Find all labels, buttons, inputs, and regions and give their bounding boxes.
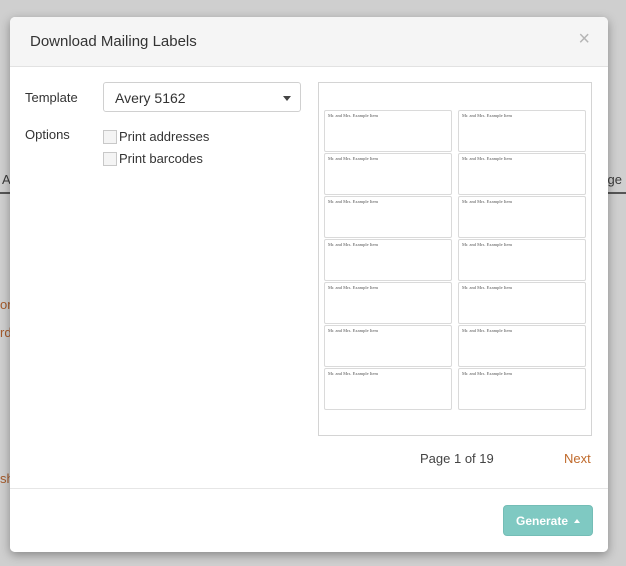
close-icon[interactable]: × [578,29,590,49]
label-grid: Mr. and Mrs. Example Item Mr. and Mrs. E… [324,110,586,410]
label-text: Mr. and Mrs. Example Item [462,371,512,376]
template-label: Template [25,90,78,105]
modal-title: Download Mailing Labels [30,33,197,50]
label-card: Mr. and Mrs. Example Item [458,196,586,238]
template-select[interactable]: Avery 5162 [103,82,301,112]
options-label: Options [25,127,70,142]
label-preview: Mr. and Mrs. Example Item Mr. and Mrs. E… [318,82,592,436]
generate-button-label: Generate [516,514,569,528]
template-select-value: Avery 5162 [115,90,186,106]
label-text: Mr. and Mrs. Example Item [462,328,512,333]
label-card: Mr. and Mrs. Example Item [324,153,452,195]
label-card: Mr. and Mrs. Example Item [324,282,452,324]
next-page-link[interactable]: Next [564,451,591,466]
print-addresses-checkbox[interactable]: Print addresses [103,129,215,145]
label-text: Mr. and Mrs. Example Item [328,371,378,376]
label-text: Mr. and Mrs. Example Item [328,156,378,161]
label-text: Mr. and Mrs. Example Item [462,156,512,161]
label-card: Mr. and Mrs. Example Item [324,368,452,410]
label-text: Mr. and Mrs. Example Item [462,242,512,247]
label-text: Mr. and Mrs. Example Item [328,242,378,247]
checkbox-box[interactable] [103,152,117,166]
chevron-down-icon [283,96,291,101]
label-text: Mr. and Mrs. Example Item [462,285,512,290]
label-card: Mr. and Mrs. Example Item [324,325,452,367]
print-barcodes-checkbox[interactable]: Print barcodes [103,151,211,167]
mailing-labels-modal: Download Mailing Labels × Template Avery… [10,17,608,552]
label-text: Mr. and Mrs. Example Item [328,285,378,290]
label-card: Mr. and Mrs. Example Item [458,282,586,324]
label-text: Mr. and Mrs. Example Item [462,199,512,204]
label-text: Mr. and Mrs. Example Item [328,328,378,333]
label-card: Mr. and Mrs. Example Item [458,368,586,410]
caret-up-icon [574,519,580,523]
checkbox-box[interactable] [103,130,117,144]
label-text: Mr. and Mrs. Example Item [328,199,378,204]
label-text: Mr. and Mrs. Example Item [462,113,512,118]
page-indicator: Page 1 of 19 [420,451,494,466]
generate-button[interactable]: Generate [503,505,593,536]
modal-header: Download Mailing Labels × [10,17,608,67]
modal-footer: Generate [10,488,608,552]
label-card: Mr. and Mrs. Example Item [324,110,452,152]
label-card: Mr. and Mrs. Example Item [458,325,586,367]
label-card: Mr. and Mrs. Example Item [324,239,452,281]
label-card: Mr. and Mrs. Example Item [458,153,586,195]
checkbox-label: Print barcodes [119,151,203,166]
label-card: Mr. and Mrs. Example Item [458,110,586,152]
label-text: Mr. and Mrs. Example Item [328,113,378,118]
checkbox-label: Print addresses [119,129,210,144]
label-card: Mr. and Mrs. Example Item [458,239,586,281]
label-card: Mr. and Mrs. Example Item [324,196,452,238]
